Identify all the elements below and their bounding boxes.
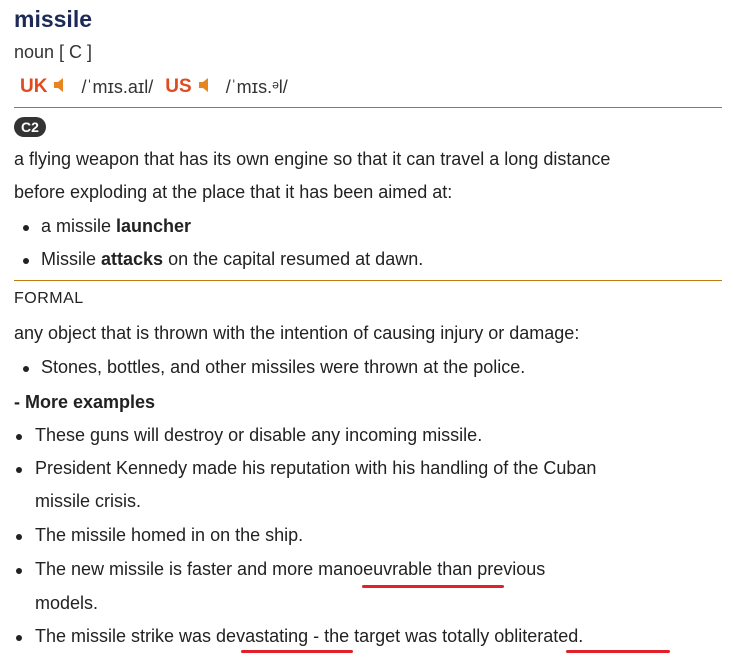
example-item: a missile launcher	[41, 216, 192, 236]
highlighted-word: devastating	[216, 626, 309, 646]
bullet	[16, 568, 22, 574]
level-badge: C2	[14, 117, 46, 137]
pronunciation-row: UK /ˈmɪs.aɪl/ US /ˈmɪs.ᵊl/	[20, 76, 300, 98]
bullet	[16, 434, 22, 440]
ipa-uk: /ˈmɪs.aɪl/	[81, 76, 154, 97]
more-examples-toggle[interactable]: - More examples	[14, 392, 155, 413]
example-item-continued: missile crisis.	[35, 491, 141, 511]
divider	[14, 280, 722, 281]
definition-line: any object that is thrown with the inten…	[14, 323, 580, 343]
part-of-speech: noun [ C ]	[14, 42, 93, 62]
definition-line: before exploding at the place that it ha…	[14, 182, 453, 202]
example-item: The new missile is faster and more manoe…	[35, 559, 546, 579]
divider	[14, 107, 722, 108]
highlighted-word: obliterated	[494, 626, 579, 646]
ipa-us: /ˈmɪs.ᵊl/	[225, 76, 288, 97]
collocation: attacks	[101, 249, 164, 269]
example-item: Missile attacks on the capital resumed a…	[41, 249, 424, 269]
region-uk: UK	[20, 76, 48, 97]
highlighted-word: manoeuvrable	[318, 559, 433, 579]
example-item: These guns will destroy or disable any i…	[35, 425, 483, 445]
speaker-icon[interactable]	[53, 77, 69, 98]
speaker-icon[interactable]	[198, 77, 214, 98]
register-label: FORMAL	[14, 290, 84, 307]
bullet	[16, 534, 22, 540]
bullet	[23, 258, 29, 264]
region-us: US	[165, 76, 192, 97]
example-item-continued: models.	[35, 593, 99, 613]
definition-line: a flying weapon that has its own engine …	[14, 149, 611, 169]
bullet	[23, 225, 29, 231]
bullet	[16, 467, 22, 473]
red-underline	[566, 650, 670, 653]
headword: missile	[14, 6, 92, 32]
red-underline	[362, 585, 504, 588]
bullet	[23, 366, 29, 372]
collocation: launcher	[116, 216, 192, 236]
red-underline	[241, 650, 353, 653]
example-item: The missile homed in on the ship.	[35, 525, 304, 545]
example-item: President Kennedy made his reputation wi…	[35, 458, 597, 478]
example-item: The missile strike was devastating - the…	[35, 626, 584, 646]
example-item: Stones, bottles, and other missiles were…	[41, 357, 526, 377]
bullet	[16, 635, 22, 641]
